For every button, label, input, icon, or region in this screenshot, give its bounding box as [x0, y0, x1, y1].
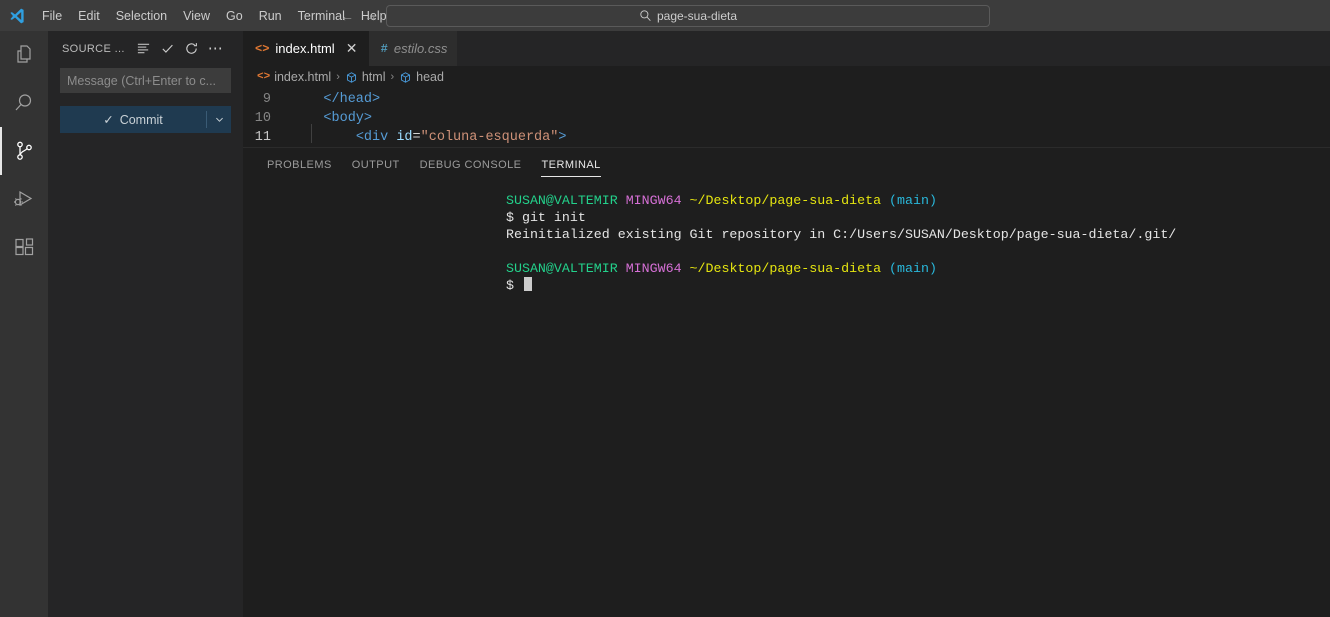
terminal-shell: MINGW64	[625, 261, 682, 276]
menu-view[interactable]: View	[175, 5, 218, 27]
sidebar-item-source-control[interactable]	[0, 127, 48, 175]
line-number: 9	[262, 92, 271, 107]
editor-tab-bar: <> index.html ✕ # estilo.css	[243, 31, 1330, 66]
code-line: 10 <body>	[243, 109, 1330, 128]
terminal-prompt-line: SUSAN@VALTEMIR MINGW64 ~/Desktop/page-su…	[243, 192, 1330, 209]
refresh-icon[interactable]	[181, 38, 203, 60]
terminal-output[interactable]: SUSAN@VALTEMIR MINGW64 ~/Desktop/page-su…	[243, 182, 1330, 617]
html-file-icon: <>	[255, 41, 270, 56]
commit-message-input[interactable]: Message (Ctrl+Enter to c...	[60, 68, 231, 93]
bottom-panel: PROBLEMS OUTPUT DEBUG CONSOLE TERMINAL S…	[243, 147, 1330, 617]
tab-problems[interactable]: PROBLEMS	[257, 148, 342, 182]
view-as-list-icon[interactable]	[133, 38, 155, 60]
close-icon[interactable]: ✕	[345, 40, 359, 57]
terminal-command-line: $ git init	[506, 210, 586, 225]
terminal-user: SUSAN@VALTEMIR	[506, 261, 618, 276]
menu-selection[interactable]: Selection	[108, 5, 175, 27]
commit-button[interactable]: ✓ Commit	[60, 106, 206, 133]
terminal-prompt-line: SUSAN@VALTEMIR MINGW64 ~/Desktop/page-su…	[243, 260, 1330, 277]
source-control-sidebar: SOURCE ... ⋯ Message (Ctrl+Enter to c...…	[48, 31, 243, 617]
editor-area: <> index.html ✕ # estilo.css <> index.ht…	[243, 31, 1330, 617]
search-icon	[639, 9, 652, 22]
code-editor[interactable]: 9 </head> 10 <body> 11 <div id="coluna-e…	[243, 88, 1330, 147]
code-text: </head>	[323, 92, 381, 107]
menu-run[interactable]: Run	[251, 5, 290, 27]
tab-estilo-css[interactable]: # estilo.css	[368, 31, 458, 66]
panel-tab-bar: PROBLEMS OUTPUT DEBUG CONSOLE TERMINAL	[243, 148, 1330, 182]
menu-go[interactable]: Go	[218, 5, 251, 27]
line-number: 11	[254, 130, 271, 145]
css-file-icon: #	[380, 41, 388, 56]
breadcrumb-separator: ›	[336, 71, 340, 83]
tab-label: estilo.css	[393, 41, 448, 56]
tab-label: index.html	[275, 41, 335, 56]
go-forward-icon[interactable]: →	[364, 9, 378, 23]
terminal-path: ~/Desktop/page-sua-dieta	[689, 193, 882, 208]
breadcrumb-label: html	[361, 70, 386, 84]
tab-index-html[interactable]: <> index.html ✕	[243, 31, 369, 66]
commit-check-icon[interactable]	[157, 38, 179, 60]
html-file-icon: <>	[257, 71, 271, 83]
symbol-module-icon	[399, 71, 412, 84]
source-control-actions: ⋯	[133, 38, 227, 60]
code-text: <div id="coluna-esquerda">	[355, 130, 567, 145]
sidebar-item-search[interactable]	[0, 79, 48, 127]
line-number: 10	[254, 111, 271, 126]
quick-open-value: page-sua-dieta	[656, 8, 738, 23]
terminal-user: SUSAN@VALTEMIR	[506, 193, 618, 208]
go-back-icon[interactable]: ←	[340, 9, 354, 23]
vscode-logo-icon	[0, 7, 34, 25]
commit-dropdown-button[interactable]	[207, 106, 231, 133]
sidebar-item-explorer[interactable]	[0, 31, 48, 79]
activity-bar	[0, 31, 48, 617]
terminal-branch: (main)	[889, 193, 937, 208]
terminal-output-line: Reinitialized existing Git repository in…	[506, 227, 1177, 242]
ellipsis-icon[interactable]: ⋯	[205, 38, 227, 60]
source-control-title: SOURCE ...	[62, 42, 125, 55]
source-control-header: SOURCE ... ⋯	[48, 31, 243, 66]
breadcrumb-label: head	[416, 70, 444, 84]
menu-file[interactable]: File	[34, 5, 70, 27]
title-bar: File Edit Selection View Go Run Terminal…	[0, 0, 1330, 31]
tab-debug-console[interactable]: DEBUG CONSOLE	[410, 148, 532, 182]
indent-guide	[311, 124, 312, 143]
symbol-module-icon	[345, 71, 358, 84]
commit-button-group: ✓ Commit	[60, 106, 231, 133]
breadcrumb-item-file[interactable]: <> index.html	[257, 70, 331, 84]
menu-edit[interactable]: Edit	[70, 5, 108, 27]
workbench-body: SOURCE ... ⋯ Message (Ctrl+Enter to c...…	[0, 31, 1330, 617]
breadcrumb-separator: ›	[390, 71, 395, 83]
breadcrumb-item-html[interactable]: html	[345, 70, 386, 84]
terminal-shell: MINGW64	[625, 193, 682, 208]
breadcrumb: <> index.html › html › head	[243, 66, 1330, 88]
breadcrumb-item-head[interactable]: head	[399, 70, 444, 84]
sidebar-item-run-and-debug[interactable]	[0, 175, 48, 223]
terminal-branch: (main)	[889, 261, 937, 276]
terminal-cursor	[523, 277, 532, 291]
navigation-arrows: ← →	[340, 9, 378, 23]
quick-open-search-input[interactable]: page-sua-dieta	[386, 4, 990, 27]
commit-button-label: Commit	[119, 112, 163, 127]
code-line: 11 <div id="coluna-esquerda">	[243, 128, 1330, 147]
terminal-prompt-symbol: $	[506, 278, 522, 293]
sidebar-item-extensions[interactable]	[0, 223, 48, 271]
breadcrumb-label: index.html	[274, 70, 332, 84]
code-line: 9 </head>	[243, 90, 1330, 109]
tab-output[interactable]: OUTPUT	[342, 148, 410, 182]
check-icon: ✓	[103, 113, 114, 127]
tab-terminal[interactable]: TERMINAL	[531, 148, 610, 182]
code-text: <body>	[323, 111, 373, 126]
terminal-path: ~/Desktop/page-sua-dieta	[689, 261, 882, 276]
terminal-input-line[interactable]: $	[243, 277, 1330, 294]
